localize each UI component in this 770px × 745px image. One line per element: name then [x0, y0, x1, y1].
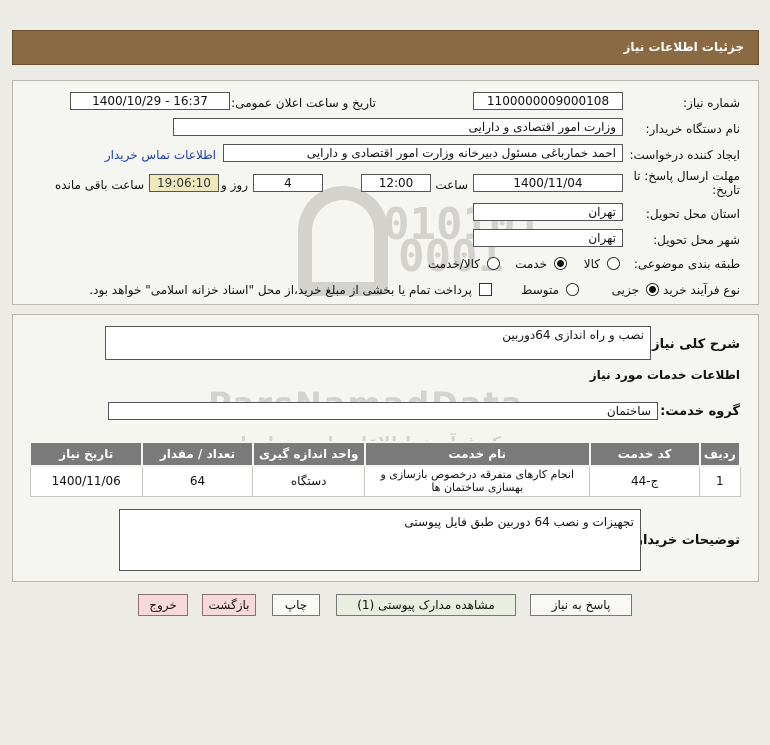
summary-field: نصب و راه اندازی 64دوربین — [105, 326, 651, 360]
category-option-service: خدمت — [515, 257, 547, 271]
deadline-date-field: 1400/11/04 — [473, 174, 623, 192]
col-quantity: تعداد / مقدار — [141, 441, 254, 467]
services-table-header: ردیف کد خدمت نام خدمت واحد اندازه گیری ت… — [28, 441, 742, 467]
deadline-time-field: 12:00 — [361, 174, 431, 192]
need-info-panel: 010101 0001 شماره نیاز: 1100000009000108… — [12, 80, 759, 305]
col-need-date: تاریخ نیاز — [28, 441, 144, 467]
col-service-name: نام خدمت — [363, 441, 591, 467]
need-details-panel: ParsNamadData مرکز فرآوری اطلاعات پارس ن… — [12, 314, 759, 582]
cell-service-name: انجام کارهای متفرقه درخصوص بازسازی و بهس… — [364, 465, 591, 497]
days-label: روز و — [221, 178, 248, 192]
buyer-org-label: نام دستگاه خریدار: — [645, 122, 741, 136]
cell-quantity: 64 — [141, 465, 254, 497]
contact-info-link[interactable]: اطلاعات تماس خریدار — [105, 148, 216, 162]
service-group-field: ساختمان — [108, 402, 658, 420]
process-label: نوع فرآیند خرید : — [655, 283, 740, 297]
cell-row: 1 — [699, 465, 741, 497]
category-radio-service[interactable] — [554, 257, 567, 270]
watermark-logo — [298, 186, 388, 296]
buyer-org-field: وزارت امور اقتصادی و دارایی — [173, 118, 623, 136]
days-field: 4 — [253, 174, 323, 192]
time-label: ساعت — [435, 178, 468, 192]
announce-field: 1400/10/29 - 16:37 — [70, 92, 230, 110]
requester-field: احمد خمارباغی مسئول دبیرخانه وزارت امور … — [223, 144, 623, 162]
buyer-notes-label: توضیحات خریدار: — [630, 533, 740, 548]
process-radio-medium[interactable] — [566, 283, 579, 296]
col-row: ردیف — [698, 441, 742, 467]
process-option-medium: متوسط — [521, 283, 559, 297]
buyer-notes-field: تجهیزات و نصب 64 دوربین طبق فایل پیوستی — [119, 509, 641, 571]
need-number-field: 1100000009000108 — [473, 92, 623, 110]
col-service-code: کد خدمت — [588, 441, 701, 467]
process-radio-minor[interactable] — [646, 283, 659, 296]
reply-button[interactable]: پاسخ به نیاز — [530, 594, 632, 616]
treasury-payment-note: پرداخت تمام یا بخشی از مبلغ خرید،از محل … — [89, 283, 472, 297]
requester-label: ایجاد کننده درخواست: — [629, 148, 740, 162]
city-label: شهر محل تحویل: — [653, 233, 740, 247]
exit-button[interactable]: خروج — [138, 594, 188, 616]
city-field: تهران — [473, 229, 623, 247]
col-unit: واحد اندازه گیری — [251, 441, 366, 467]
category-option-goods-service: کالا/خدمت — [427, 257, 480, 271]
category-radio-goods[interactable] — [607, 257, 620, 270]
need-number-label: شماره نیاز: — [683, 96, 740, 110]
print-button[interactable]: چاپ — [272, 594, 320, 616]
province-field: تهران — [473, 203, 623, 221]
page-title: جزئیات اطلاعات نیاز — [623, 40, 744, 54]
province-label: استان محل تحویل: — [645, 207, 740, 221]
cell-service-code: ج-44 — [589, 465, 701, 497]
deadline-label-2: تاریخ: — [712, 183, 740, 197]
remaining-label: ساعت باقی مانده — [54, 178, 144, 192]
summary-label: شرح کلی نیاز: — [646, 337, 740, 352]
deadline-label-1: مهلت ارسال پاسخ: تا — [633, 169, 740, 183]
treasury-payment-checkbox[interactable] — [479, 283, 492, 296]
category-option-goods: کالا — [583, 257, 600, 271]
announce-label: تاریخ و ساعت اعلان عمومی: — [231, 96, 376, 110]
table-row: 1 ج-44 انجام کارهای متفرقه درخصوص بازساز… — [29, 465, 741, 497]
back-button[interactable]: بازگشت — [202, 594, 256, 616]
page-header: جزئیات اطلاعات نیاز — [12, 30, 759, 65]
remaining-time-field: 19:06:10 — [149, 174, 219, 192]
cell-need-date: 1400/11/06 — [29, 465, 143, 497]
process-option-minor: جزیی — [611, 283, 639, 297]
category-label: طبقه بندی موضوعی: — [633, 257, 740, 271]
services-table: ردیف کد خدمت نام خدمت واحد اندازه گیری ت… — [28, 441, 742, 497]
view-docs-button[interactable]: مشاهده مدارک پیوستی (1) — [336, 594, 516, 616]
cell-unit: دستگاه — [252, 465, 366, 497]
services-title: اطلاعات خدمات مورد نیاز — [589, 368, 740, 382]
category-radio-goods-service[interactable] — [487, 257, 500, 270]
service-group-label: گروه خدمت: — [660, 404, 740, 419]
